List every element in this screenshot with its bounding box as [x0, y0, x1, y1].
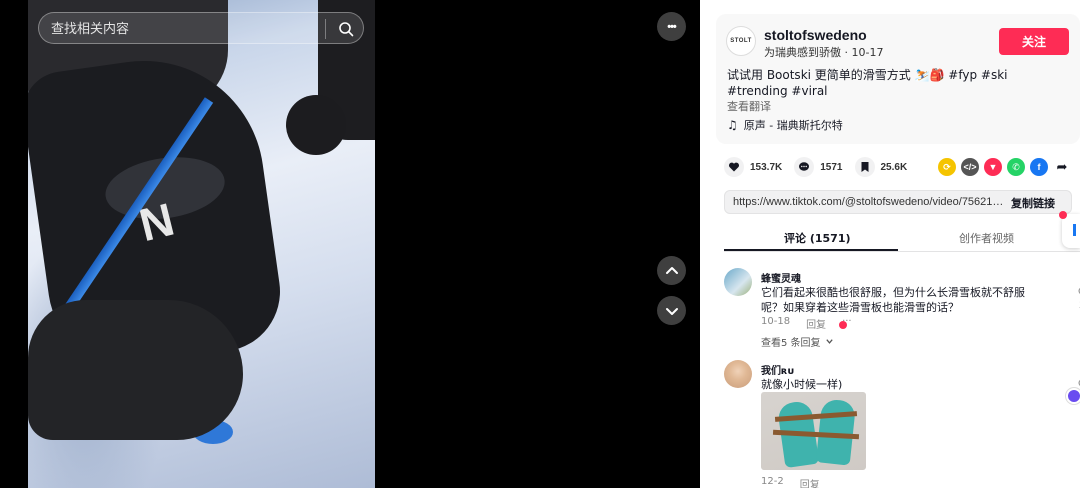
comment-item: 蜂蜜灵魂 它们看起来很酷也很舒服，但为什么长滑雪板就不舒服呢？如果穿着这些滑雪板… [724, 268, 1080, 349]
whatsapp-icon[interactable]: ✆ [1007, 158, 1025, 176]
previous-video-button[interactable] [657, 256, 686, 285]
save-action[interactable]: 25.6K [854, 157, 908, 177]
view-replies-button[interactable]: 查看5 条回复 [761, 334, 834, 349]
author-name[interactable]: stoltofswedeno [764, 27, 867, 43]
more-options-button[interactable]: ••• [657, 12, 686, 41]
commenter-avatar[interactable] [724, 360, 752, 388]
comment-date: 12-2 [761, 476, 784, 487]
post-description: 试试用 Bootski 更简单的滑雪方式 ⛷️🎒 #fyp #ski #tren… [727, 68, 1008, 98]
comment-image[interactable] [761, 392, 866, 470]
widget-mark [1073, 224, 1076, 236]
commenter-name[interactable]: 蜂蜜灵魂 [761, 270, 801, 285]
floating-widget[interactable] [1062, 214, 1080, 248]
author-avatar[interactable]: STOLT [726, 26, 756, 56]
search-icon [339, 22, 354, 37]
comment-meta: 12-2 回复 [761, 476, 820, 488]
music-note-icon: ♫ [727, 118, 738, 132]
like-count: 153.7K [750, 161, 783, 173]
follow-button[interactable]: 关注 [999, 28, 1069, 55]
assistant-bubble-icon[interactable] [1066, 388, 1080, 404]
search-bar[interactable] [38, 12, 364, 44]
repost-icon[interactable]: ⟳ [938, 158, 956, 176]
comment-text: 就像小时候一样) [761, 378, 843, 391]
heart-icon [724, 157, 744, 177]
copy-link-button[interactable]: 复制链接 [1011, 195, 1055, 211]
music-link[interactable]: ♫ 原声 - 瑞典斯托尔特 [727, 117, 843, 133]
reply-button[interactable]: 回复 [806, 316, 826, 331]
comment-count: 1571 [820, 161, 843, 173]
tab-creator-videos[interactable]: 创作者视频 [959, 230, 1014, 246]
commenter-avatar[interactable] [724, 268, 752, 296]
chevron-down-icon [825, 339, 833, 344]
search-button[interactable] [333, 16, 359, 42]
view-replies-label: 查看5 条回复 [761, 338, 821, 349]
video-player[interactable]: N ••• [0, 0, 700, 488]
video-frame[interactable]: N [28, 0, 375, 488]
tab-active-indicator [724, 249, 898, 251]
share-arrow-icon[interactable]: ➦ [1053, 158, 1071, 176]
video-glove-left [28, 300, 243, 440]
comment-meta: 10-18 回复 ··· [761, 316, 852, 331]
detail-panel: STOLT stoltofswedeno 为瑞典感到骄傲 · 10-17 关注 … [700, 0, 1080, 488]
comment-item: 我们ʀᴜ 就像小时候一样) 12-2 回复 1 [724, 360, 1080, 488]
notification-dot [839, 321, 847, 329]
bookmark-icon [854, 157, 875, 177]
search-divider [325, 19, 326, 39]
comment-text: 它们看起来很酷也很舒服，但为什么长滑雪板就不舒服呢？如果穿着这些滑雪板也能滑雪的… [761, 286, 1025, 314]
chevron-down-icon [665, 307, 678, 315]
save-count: 25.6K [880, 161, 908, 173]
comment-action[interactable]: 1571 [794, 157, 843, 177]
author-card: STOLT stoltofswedeno 为瑞典感到骄傲 · 10-17 关注 … [716, 14, 1080, 144]
widget-notification-dot [1059, 211, 1067, 219]
reply-button[interactable]: 回复 [800, 476, 820, 488]
comment-date: 10-18 [761, 316, 791, 327]
music-title: 原声 - 瑞典斯托尔特 [743, 119, 843, 132]
see-translation-link[interactable]: 查看翻译 [727, 98, 771, 114]
video-glove-right [286, 95, 346, 155]
commenter-name[interactable]: 我们ʀᴜ [761, 362, 794, 377]
send-icon[interactable]: ▼ [984, 158, 1002, 176]
tab-comments[interactable]: 评论 (1571) [784, 230, 851, 246]
author-subtitle: 为瑞典感到骄傲 · 10-17 [764, 46, 884, 59]
video-url: https://www.tiktok.com/@stoltofswedeno/v… [733, 196, 1005, 208]
facebook-icon[interactable]: f [1030, 158, 1048, 176]
share-row: ⟳ </> ▼ ✆ f ➦ [938, 158, 1071, 176]
next-video-button[interactable] [657, 296, 686, 325]
search-input[interactable] [51, 19, 321, 39]
more-icon: ••• [667, 20, 677, 33]
tab-bar: 评论 (1571) 创作者视频 [724, 224, 1080, 252]
embed-icon[interactable]: </> [961, 158, 979, 176]
like-action[interactable]: 153.7K [724, 157, 782, 177]
link-box: https://www.tiktok.com/@stoltofswedeno/v… [724, 190, 1072, 214]
comment-icon [794, 157, 815, 177]
chevron-up-icon [665, 266, 678, 274]
